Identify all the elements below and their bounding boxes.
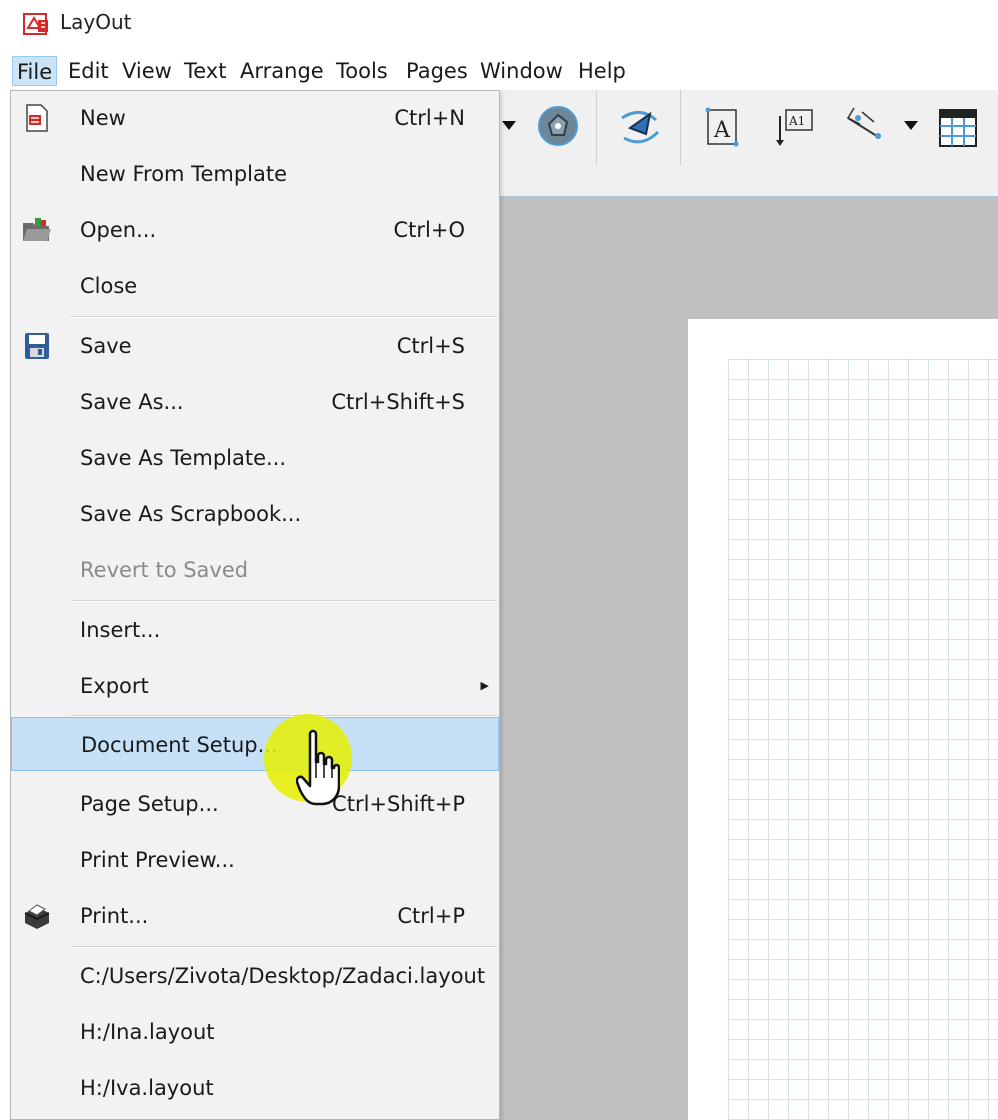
menu-shortcut: Ctrl+Shift+P [332,792,465,816]
table-tool-icon[interactable] [938,108,978,148]
menu-item-document-setup[interactable]: Document Setup... [11,717,499,771]
dropdown-arrow-icon[interactable] [902,118,920,132]
menu-edit[interactable]: Edit [64,56,113,86]
menu-text[interactable]: Text [180,56,230,86]
page-grid [728,359,998,1120]
file-menu-dropdown: New Ctrl+N New From Template Open... Ctr… [10,90,500,1120]
menu-shortcut: Ctrl+S [396,334,465,358]
menu-item-save-as[interactable]: Save As... Ctrl+Shift+S [11,375,499,429]
menu-file[interactable]: File [12,56,58,86]
menu-label: C:/Users/Zivota/Desktop/Zadaci.layout [80,964,486,988]
menu-label: New [80,106,126,130]
menu-item-new[interactable]: New Ctrl+N [11,91,499,145]
menu-shortcut: Ctrl+O [393,218,466,242]
printer-icon [24,904,50,929]
menu-pages[interactable]: Pages [402,56,472,86]
new-document-icon [26,104,48,132]
svg-text:A1: A1 [788,114,805,128]
menu-item-recent-file[interactable]: C:/Users/Zivota/Desktop/Zadaci.layout [11,949,499,1003]
menu-label: Print... [80,904,149,928]
menu-item-print[interactable]: Print... Ctrl+P [11,889,499,943]
menu-separator [71,600,497,602]
menu-item-new-from-template[interactable]: New From Template [11,147,499,201]
menu-label: H:/Iva.layout [80,1076,214,1100]
menu-tools[interactable]: Tools [332,56,392,86]
menu-separator [71,316,497,318]
window-title: LayOut [60,10,132,34]
offset-tool-icon[interactable] [536,104,580,148]
menu-item-recent-file[interactable]: H:/Ina.layout [11,1005,499,1059]
menu-item-page-setup[interactable]: Page Setup... Ctrl+Shift+P [11,777,499,831]
title-bar: LayOut [0,0,998,48]
menu-view[interactable]: View [118,56,176,86]
hand-pointer-icon [296,729,340,806]
menu-arrange[interactable]: Arrange [236,56,328,86]
menu-item-insert[interactable]: Insert... [11,603,499,657]
floppy-disk-icon [25,333,49,359]
menu-item-recent-file[interactable]: H:/Iva.layout [11,1061,499,1115]
menu-item-open[interactable]: Open... Ctrl+O [11,203,499,257]
menu-label: Save As Template... [80,446,287,470]
layout-app-icon [23,13,48,35]
menu-shortcut: Ctrl+Shift+S [331,390,465,414]
menu-label: Close [80,274,138,298]
menu-label: Save As Scrapbook... [80,502,302,526]
menu-bar: File Edit View Text Arrange Tools Pages … [0,50,998,90]
submenu-arrow-icon: ▶ [480,679,489,692]
menu-item-revert-to-saved: Revert to Saved [11,543,499,597]
menu-label: Document Setup... [81,733,278,757]
menu-item-close[interactable]: Close [11,259,499,313]
toolbar-separator [596,90,597,165]
menu-label: Export [80,674,149,698]
menu-shortcut: Ctrl+P [397,904,465,928]
menu-label: Insert... [80,618,161,642]
menu-label: Revert to Saved [80,558,249,582]
menu-item-print-preview[interactable]: Print Preview... [11,833,499,887]
menu-item-save[interactable]: Save Ctrl+S [11,319,499,373]
menu-label: Open... [80,218,157,242]
toolbar-separator [680,90,681,165]
menu-shortcut: Ctrl+N [394,106,465,130]
menu-window[interactable]: Window [476,56,567,86]
menu-item-save-as-template[interactable]: Save As Template... [11,431,499,485]
label-tool-icon[interactable]: A1 [774,106,818,150]
svg-text:A: A [713,118,731,143]
dropdown-arrow-icon[interactable] [500,118,518,132]
open-folder-icon [23,218,51,241]
menu-label: Save [80,334,132,358]
dimension-tool-icon[interactable] [844,104,888,148]
document-canvas[interactable] [498,197,998,1120]
menu-label: Save As... [80,390,184,414]
document-page[interactable] [688,319,998,1120]
menu-label: Page Setup... [80,792,219,816]
menu-separator [71,946,497,948]
toolbar: A A1 [498,90,998,197]
menu-item-export[interactable]: Export ▶ [11,659,499,713]
menu-label: H:/Ina.layout [80,1020,215,1044]
text-tool-icon[interactable]: A [704,106,740,148]
menu-help[interactable]: Help [574,56,630,86]
menu-item-save-as-scrapbook[interactable]: Save As Scrapbook... [11,487,499,541]
style-tool-icon[interactable] [616,104,664,150]
menu-label: New From Template [80,162,288,186]
menu-label: Print Preview... [80,848,235,872]
